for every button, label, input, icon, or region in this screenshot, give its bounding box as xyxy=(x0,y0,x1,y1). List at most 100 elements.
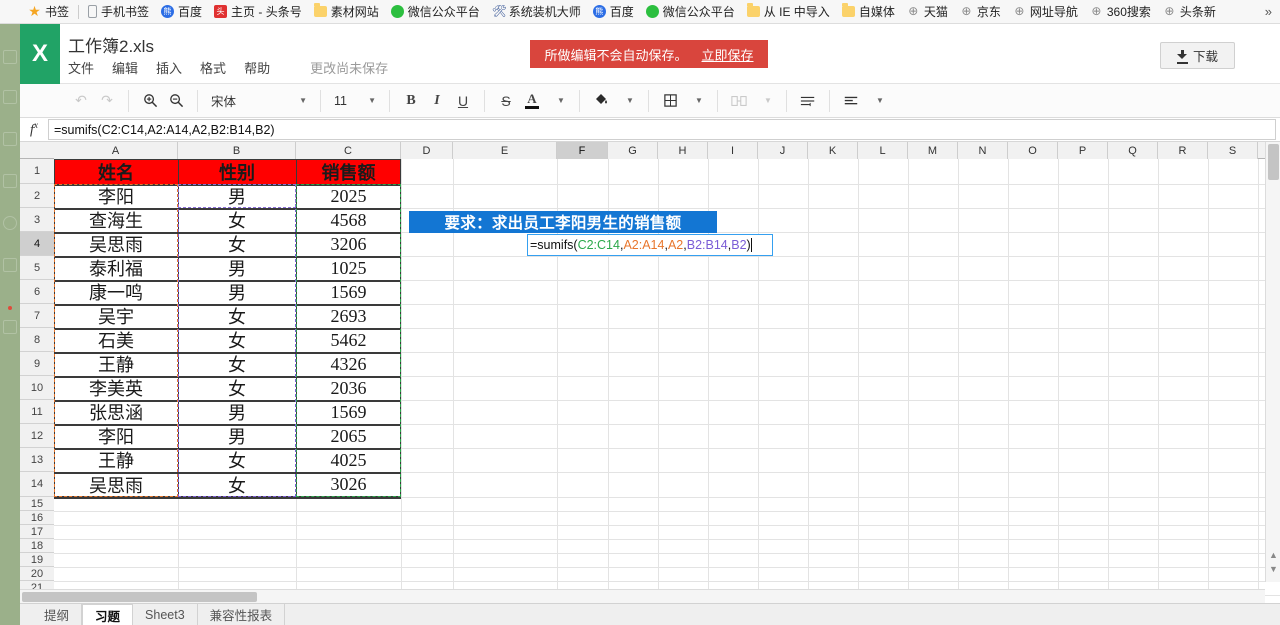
save-now-link[interactable]: 立即保存 xyxy=(702,45,754,64)
rail-icon-5[interactable] xyxy=(3,216,17,230)
row-header-14[interactable]: 14 xyxy=(20,472,54,497)
borders-dropdown[interactable]: ▼ xyxy=(683,89,709,113)
column-header-J[interactable]: J xyxy=(758,142,808,159)
font-size-select[interactable]: 11 ▼ xyxy=(329,89,381,113)
menu-item-file[interactable]: 文件 xyxy=(68,58,94,77)
bookmark-item[interactable]: 微信公众平台 xyxy=(640,2,741,22)
strikethrough-button[interactable]: S xyxy=(493,89,519,113)
horizontal-scrollbar[interactable] xyxy=(20,589,1265,603)
column-header-E[interactable]: E xyxy=(453,142,557,159)
column-header-S[interactable]: S xyxy=(1208,142,1258,159)
bold-button[interactable]: B xyxy=(398,89,424,113)
borders-button[interactable] xyxy=(657,89,683,113)
menu-item-insert[interactable]: 插入 xyxy=(156,58,182,77)
menu-item-help[interactable]: 帮助 xyxy=(244,58,270,77)
column-header-Q[interactable]: Q xyxy=(1108,142,1158,159)
row-header-10[interactable]: 10 xyxy=(20,376,54,400)
rail-icon-1[interactable] xyxy=(3,50,17,64)
cell-formula-editor[interactable]: =sumifs(C2:C14, A2:A14, A2, B2:B14, B2) xyxy=(527,234,773,256)
bookmark-item[interactable]: 素材网站 xyxy=(308,2,385,22)
vertical-scrollbar[interactable]: ▲ ▼ xyxy=(1265,142,1280,582)
bookmark-item[interactable]: 微信公众平台 xyxy=(385,2,486,22)
sheet-tab-兼容性报表[interactable]: 兼容性报表 xyxy=(197,604,286,625)
menu-item-format[interactable]: 格式 xyxy=(200,58,226,77)
row-header-9[interactable]: 9 xyxy=(20,352,54,376)
rail-icon-7[interactable] xyxy=(3,320,17,334)
align-button[interactable] xyxy=(838,89,864,113)
wrap-text-button[interactable] xyxy=(795,89,821,113)
bookmark-item[interactable]: ⊕ 头条新 xyxy=(1157,2,1222,22)
column-header-B[interactable]: B xyxy=(178,142,296,159)
column-header-A[interactable]: A xyxy=(54,142,178,159)
bookmark-item[interactable]: 🛠 系统装机大师 xyxy=(486,2,587,22)
bookmark-item[interactable]: ⊕ 京东 xyxy=(954,2,1007,22)
row-header-4[interactable]: 4 xyxy=(20,232,54,256)
column-header-P[interactable]: P xyxy=(1058,142,1108,159)
zoom-in-icon[interactable] xyxy=(137,89,163,113)
column-header-M[interactable]: M xyxy=(908,142,958,159)
underline-button[interactable]: U xyxy=(450,89,476,113)
column-header-L[interactable]: L xyxy=(858,142,908,159)
column-header-N[interactable]: N xyxy=(958,142,1008,159)
rail-icon-2[interactable] xyxy=(3,90,17,104)
bookmark-item[interactable]: 熊百度 xyxy=(155,2,208,22)
requirement-note[interactable]: 要求：求出员工李阳男生的销售额 xyxy=(409,211,717,233)
row-header-19[interactable]: 19 xyxy=(20,553,54,567)
document-title[interactable]: 工作簿2.xls xyxy=(68,32,154,57)
row-header-2[interactable]: 2 xyxy=(20,184,54,208)
align-dropdown[interactable]: ▼ xyxy=(864,89,890,113)
column-header-C[interactable]: C xyxy=(296,142,401,159)
column-header-I[interactable]: I xyxy=(708,142,758,159)
rail-icon-3[interactable] xyxy=(3,132,17,146)
column-header-O[interactable]: O xyxy=(1008,142,1058,159)
italic-button[interactable]: I xyxy=(424,89,450,113)
text-color-button[interactable]: A xyxy=(519,89,545,113)
row-header-8[interactable]: 8 xyxy=(20,328,54,352)
row-header-12[interactable]: 12 xyxy=(20,424,54,448)
fill-color-dropdown[interactable]: ▼ xyxy=(614,89,640,113)
formula-input[interactable]: =sumifs(C2:C14,A2:A14,A2,B2:B14,B2) xyxy=(48,119,1276,140)
bookmark-item[interactable]: ⊕ 网址导航 xyxy=(1007,2,1084,22)
undo-button[interactable]: ↶ xyxy=(68,89,94,113)
column-header-K[interactable]: K xyxy=(808,142,858,159)
cell-area[interactable]: 姓名 性别 销售额 李阳男 2025 查海生女 4568 吴思雨女 3206 泰利福男 1025 康一… xyxy=(54,159,1280,603)
text-color-dropdown[interactable]: ▼ xyxy=(545,89,571,113)
redo-button[interactable]: ↷ xyxy=(94,89,120,113)
column-header-G[interactable]: G xyxy=(608,142,658,159)
row-header-13[interactable]: 13 xyxy=(20,448,54,472)
row-header-5[interactable]: 5 xyxy=(20,256,54,280)
row-header-15[interactable]: 15 xyxy=(20,497,54,511)
row-header-1[interactable]: 1 xyxy=(20,159,54,184)
column-header-H[interactable]: H xyxy=(658,142,708,159)
font-family-select[interactable]: 宋体 ▼ xyxy=(206,89,312,113)
vertical-scrollbar-thumb[interactable] xyxy=(1268,144,1279,180)
bookmark-item[interactable]: 手机书签 xyxy=(82,2,155,22)
fill-color-button[interactable] xyxy=(588,89,614,113)
bookmark-item[interactable]: 自媒体 xyxy=(836,2,901,22)
row-header-6[interactable]: 6 xyxy=(20,280,54,304)
bookmark-item[interactable]: 熊百度 xyxy=(587,2,640,22)
zoom-out-icon[interactable] xyxy=(163,89,189,113)
sheet-tab-Sheet3[interactable]: Sheet3 xyxy=(133,604,198,625)
row-header-7[interactable]: 7 xyxy=(20,304,54,328)
bookmark-item[interactable]: ⊕ 天猫 xyxy=(901,2,954,22)
bookmark-item[interactable]: ★ 书签 xyxy=(22,2,75,22)
row-header-18[interactable]: 18 xyxy=(20,539,54,553)
menu-item-edit[interactable]: 编辑 xyxy=(112,58,138,77)
scroll-down-icon[interactable]: ▼ xyxy=(1269,565,1278,574)
row-header-16[interactable]: 16 xyxy=(20,511,54,525)
download-button[interactable]: 下载 xyxy=(1160,42,1235,69)
scroll-up-icon[interactable]: ▲ xyxy=(1269,551,1278,560)
bookmark-item[interactable]: 头主页 - 头条号 xyxy=(208,2,308,22)
column-header-F[interactable]: F xyxy=(557,142,608,159)
bookmark-item[interactable]: 从 IE 中导入 xyxy=(741,2,836,22)
sheet-tab-习题[interactable]: 习题 xyxy=(82,604,134,625)
bookmarks-overflow-button[interactable]: » xyxy=(1265,4,1280,19)
sheet-tab-提纲[interactable]: 提纲 xyxy=(32,604,83,625)
row-header-20[interactable]: 20 xyxy=(20,567,54,581)
row-header-17[interactable]: 17 xyxy=(20,525,54,539)
bookmark-item[interactable]: ⊕ 360搜索 xyxy=(1084,2,1157,22)
rail-icon-6[interactable] xyxy=(3,258,17,272)
column-header-R[interactable]: R xyxy=(1158,142,1208,159)
column-header-D[interactable]: D xyxy=(401,142,453,159)
